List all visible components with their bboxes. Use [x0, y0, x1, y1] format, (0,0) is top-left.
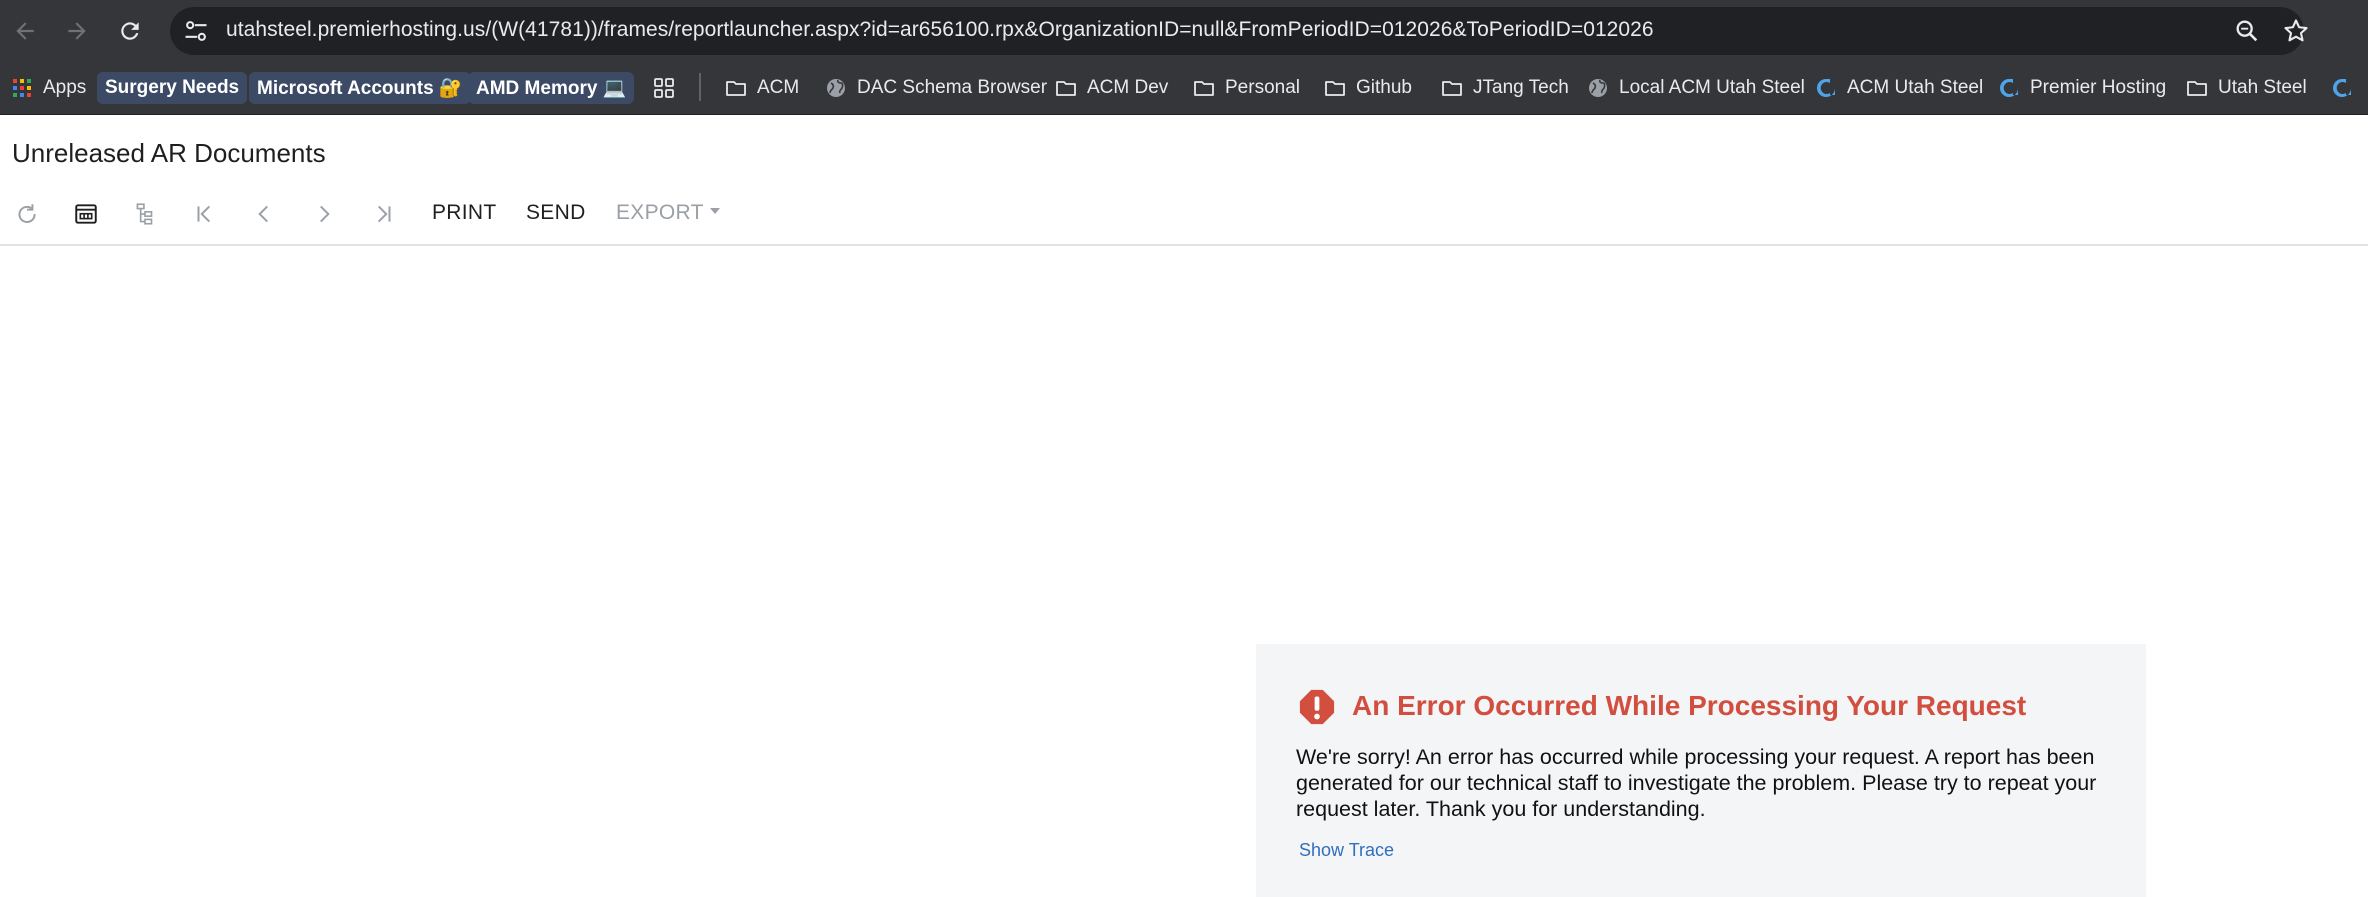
group-tree-icon: [136, 203, 153, 225]
report-toolbar: PRINT SEND EXPORT: [0, 186, 2368, 246]
bookmark-dac-schema-browser[interactable]: DAC Schema Browser: [824, 72, 1047, 104]
previous-page-button[interactable]: [248, 198, 280, 230]
bookmark-label: Local ACM Utah Steel: [1619, 77, 1805, 98]
refresh-icon: [18, 204, 36, 223]
apps-grid-icon: [13, 79, 31, 97]
error-message: We're sorry! An error has occurred while…: [1296, 745, 2097, 821]
bookmark-amd-memory[interactable]: AMD Memory 💻: [468, 72, 635, 104]
next-page-button[interactable]: [308, 198, 340, 230]
bookmark-surgery-needs[interactable]: Surgery Needs: [97, 72, 248, 104]
print-button[interactable]: PRINT: [432, 201, 497, 225]
export-label: EXPORT: [616, 201, 704, 224]
bookmark-folder-utah-steel[interactable]: Utah Steel: [2185, 72, 2307, 104]
bookmark-folder-jtang-tech[interactable]: JTang Tech: [1440, 72, 1569, 104]
bookmark-label: Personal: [1225, 77, 1300, 98]
globe-icon: [827, 79, 845, 97]
bookmark-label: Microsoft Accounts 🔐: [257, 78, 463, 99]
url-text[interactable]: utahsteel.premierhosting.us/(W(41781))/f…: [226, 18, 1654, 42]
zoom-icon[interactable]: [2233, 17, 2261, 45]
forward-button[interactable]: [55, 9, 99, 53]
bookmarks-bar: Apps Surgery Needs Microsoft Accounts 🔐 …: [0, 62, 2368, 115]
last-page-icon: [377, 205, 391, 223]
first-page-button[interactable]: [189, 198, 221, 230]
bookmark-acm-utah-steel[interactable]: ACM Utah Steel: [1814, 72, 1983, 104]
parameters-icon: [75, 204, 97, 224]
back-arrow-icon: [16, 22, 34, 40]
tab-groups-button[interactable]: [652, 72, 685, 104]
bookmark-label: ACM: [757, 77, 800, 98]
folder-icon: [726, 81, 746, 96]
refresh-button[interactable]: [11, 198, 43, 230]
bookmark-truncated[interactable]: [2330, 72, 2363, 104]
forward-arrow-icon: [68, 22, 86, 40]
last-page-button[interactable]: [367, 198, 399, 230]
bookmarks-separator: [699, 73, 701, 101]
site-settings-icon[interactable]: [182, 17, 210, 45]
chevron-down-icon: [709, 208, 720, 215]
bookmark-label: Github: [1356, 77, 1412, 98]
reload-icon: [121, 22, 139, 40]
folder-icon: [2187, 81, 2207, 96]
bookmark-label: JTang Tech: [1473, 77, 1569, 98]
bookmark-label: ACM Dev: [1087, 77, 1169, 98]
bookmark-label: AMD Memory 💻: [476, 78, 627, 99]
bookmark-label: Apps: [43, 77, 87, 98]
bookmark-label: Surgery Needs: [105, 77, 240, 98]
group-tree-button[interactable]: [129, 198, 161, 230]
back-button[interactable]: [3, 9, 47, 53]
folder-icon: [1325, 81, 1345, 96]
error-panel: An Error Occurred While Processing Your …: [1256, 644, 2146, 897]
browser-toolbar: utahsteel.premierhosting.us/(W(41781))/f…: [0, 0, 2368, 62]
globe-icon: [1589, 79, 1607, 97]
acumatica-icon: [1817, 79, 1835, 97]
folder-icon: [1056, 81, 1076, 96]
next-page-icon: [320, 205, 330, 223]
first-page-icon: [197, 205, 211, 223]
reload-button[interactable]: [108, 9, 152, 53]
folder-icon: [1442, 81, 1462, 96]
bookmark-folder-acm-dev[interactable]: ACM Dev: [1054, 72, 1168, 104]
tab-groups-icon: [654, 78, 674, 98]
export-button[interactable]: EXPORT: [616, 201, 720, 225]
acumatica-icon: [2000, 79, 2018, 97]
address-bar[interactable]: utahsteel.premierhosting.us/(W(41781))/f…: [170, 7, 2308, 55]
bookmark-microsoft-accounts[interactable]: Microsoft Accounts 🔐: [249, 72, 471, 104]
page-title: Unreleased AR Documents: [12, 138, 326, 168]
show-trace-link[interactable]: Show Trace: [1299, 840, 1394, 861]
bookmark-premier-hosting[interactable]: Premier Hosting: [1997, 72, 2166, 104]
bookmark-label: Utah Steel: [2218, 77, 2307, 98]
previous-page-icon: [258, 205, 268, 223]
bookmark-apps[interactable]: Apps: [10, 72, 86, 104]
star-icon[interactable]: [2282, 17, 2310, 45]
bookmark-label: Premier Hosting: [2030, 77, 2167, 98]
send-button[interactable]: SEND: [526, 201, 586, 225]
bookmark-label: ACM Utah Steel: [1847, 77, 1984, 98]
bookmark-folder-github[interactable]: Github: [1323, 72, 1412, 104]
bookmark-local-acm-utah-steel[interactable]: Local ACM Utah Steel: [1586, 72, 1805, 104]
parameters-button[interactable]: [70, 198, 102, 230]
error-icon: [1299, 689, 1335, 725]
acumatica-icon: [2333, 79, 2351, 97]
folder-icon: [1194, 81, 1214, 96]
bookmark-folder-acm[interactable]: ACM: [724, 72, 799, 104]
bookmark-label: DAC Schema Browser: [857, 77, 1048, 98]
error-title: An Error Occurred While Processing Your …: [1352, 690, 2027, 721]
bookmark-folder-personal[interactable]: Personal: [1192, 72, 1300, 104]
